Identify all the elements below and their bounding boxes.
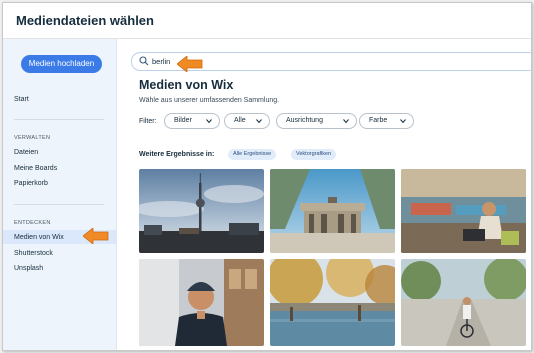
arrow-left-icon (83, 228, 109, 244)
sidebar-divider (14, 119, 104, 120)
tag-all-results[interactable]: Alle Ergebnisse (228, 149, 277, 160)
sidebar-item-start[interactable]: Start (14, 96, 29, 103)
filter-type-dropdown[interactable]: Bilder (164, 113, 220, 129)
chevron-down-icon (206, 119, 212, 124)
page-subtitle: Wähle aus unserer umfassenden Sammlung. (139, 97, 280, 104)
woman-laptop-photo[interactable] (401, 169, 526, 253)
search-icon (139, 56, 149, 66)
sidebar-item-files[interactable]: Dateien (14, 149, 38, 156)
upload-media-button[interactable]: Medien hochladen (21, 55, 102, 73)
sidebar-heading-manage: VERWALTEN (14, 135, 51, 141)
main-panel: berlin Medien von Wix Wähle aus unserer … (117, 39, 531, 350)
sidebar: Medien hochladen Start VERWALTEN Dateien… (3, 39, 117, 350)
sidebar-item-unsplash[interactable]: Unsplash (14, 265, 43, 272)
title-bar: Mediendateien wählen (3, 3, 531, 39)
filter-label: Filter: (139, 118, 157, 125)
media-dialog: Mediendateien wählen Medien hochladen St… (2, 2, 532, 351)
sidebar-item-wix-media[interactable]: Medien von Wix (14, 234, 64, 241)
filter-license-label: Alle (234, 117, 246, 124)
chevron-down-icon (256, 119, 262, 124)
sidebar-heading-discover: ENTDECKEN (14, 220, 51, 226)
tag-vector-graphics[interactable]: Vektorgrafiken (291, 149, 337, 160)
brandenburg-gate-photo[interactable] (270, 169, 395, 253)
filter-license-dropdown[interactable]: Alle (224, 113, 270, 129)
more-results-label: Weitere Ergebnisse in: (139, 151, 215, 158)
sidebar-item-shutterstock[interactable]: Shutterstock (14, 250, 53, 257)
filter-orientation-dropdown[interactable]: Ausrichtung (276, 113, 357, 129)
sidebar-item-trash[interactable]: Papierkorb (14, 180, 48, 187)
search-value: berlin (152, 57, 171, 66)
filter-type-label: Bilder (174, 117, 192, 124)
page-title: Medien von Wix (139, 78, 234, 92)
man-beanie-photo[interactable] (139, 259, 264, 346)
chevron-down-icon (343, 119, 349, 124)
chevron-down-icon (400, 119, 406, 124)
filter-color-label: Farbe (369, 117, 388, 124)
cyclist-photo[interactable] (401, 259, 526, 346)
filter-color-dropdown[interactable]: Farbe (359, 113, 414, 129)
filter-orientation-label: Ausrichtung (286, 117, 323, 124)
arrow-left-icon (177, 56, 203, 72)
sidebar-item-boards[interactable]: Meine Boards (14, 165, 57, 172)
tv-tower-photo[interactable] (139, 169, 264, 253)
river-autumn-photo[interactable] (270, 259, 395, 346)
dialog-title: Mediendateien wählen (16, 13, 154, 28)
sidebar-divider (14, 204, 104, 205)
